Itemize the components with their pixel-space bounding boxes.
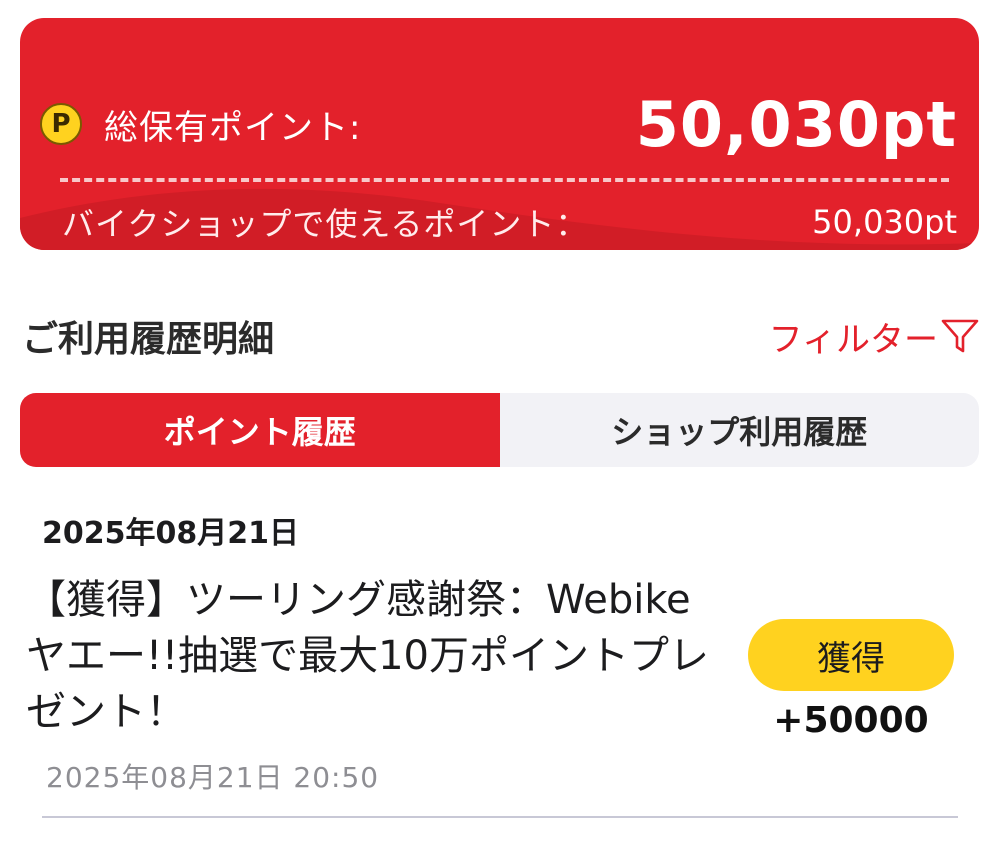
dashed-divider: [60, 178, 949, 182]
entry-divider: [42, 816, 958, 818]
shop-points-label: バイクショップで使えるポイント：: [62, 205, 589, 243]
entry-timestamp: 2025年08月21日 20:50: [46, 761, 380, 794]
total-points-row: P 総保有ポイント: 50,030pt: [40, 76, 957, 172]
shop-points-row: バイクショップで使えるポイント： 50,030pt: [62, 196, 957, 248]
total-points-label: 総保有ポイント:: [104, 107, 362, 148]
filter-label: フィルター: [768, 319, 938, 360]
tab-shop-history[interactable]: ショップ利用履歴: [500, 393, 980, 467]
earned-badge: 獲得: [748, 619, 954, 691]
shop-points-value: 50,030pt: [812, 203, 957, 241]
entry-description: 【獲得】ツーリング感謝祭：Webikeヤエー!!抽選で最大10万ポイントプレゼン…: [26, 577, 709, 735]
entry-date-header: 2025年08月21日: [42, 516, 299, 551]
filter-funnel-icon: [941, 319, 979, 353]
point-coin-icon: P: [40, 103, 82, 145]
history-section-header: ご利用履歴明細 フィルター: [22, 306, 980, 366]
tab-point-history[interactable]: ポイント履歴: [20, 393, 500, 467]
total-points-value: 50,030pt: [635, 87, 957, 161]
points-delta: +50000: [773, 700, 929, 741]
history-tabs: ポイント履歴 ショップ利用履歴: [20, 393, 979, 467]
section-title: ご利用履歴明細: [22, 319, 275, 360]
points-summary-card: P 総保有ポイント: 50,030pt バイクショップで使えるポイント： 50,…: [20, 18, 979, 250]
filter-button[interactable]: フィルター: [769, 312, 980, 361]
